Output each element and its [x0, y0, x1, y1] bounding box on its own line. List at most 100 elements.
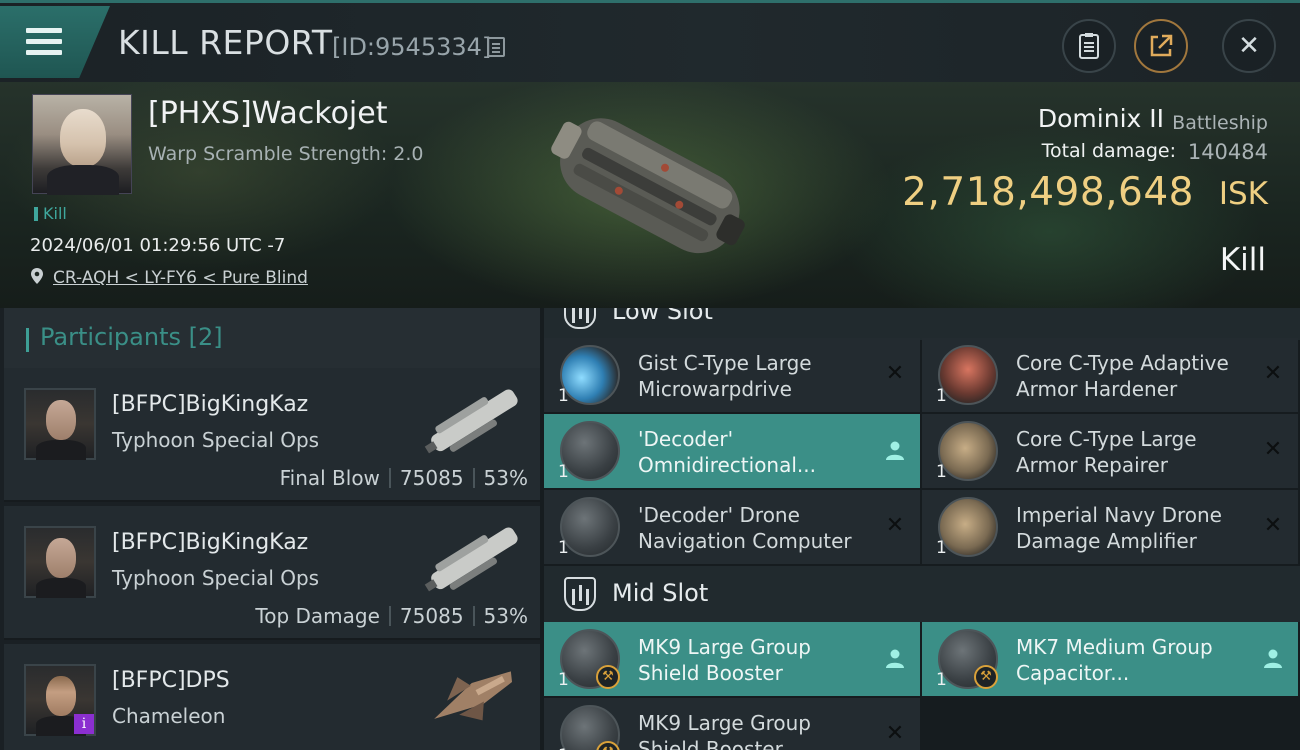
participant-percent: 53%: [483, 466, 528, 490]
module-item[interactable]: 1 'Decoder' Omnidirectional...: [544, 414, 920, 488]
total-damage-label: Total damage:: [1041, 140, 1176, 162]
module-name: Gist C-Type Large Microwarpdrive: [638, 351, 812, 401]
participant-avatar[interactable]: [24, 526, 96, 598]
module-name: MK7 Medium Group Capacitor...: [1016, 635, 1213, 685]
destroyed-icon: ✕: [1263, 361, 1283, 386]
destroyed-icon: ✕: [1263, 437, 1283, 462]
header-accent-bar: [26, 328, 29, 352]
mid-slot-header: Mid Slot: [544, 566, 1300, 622]
low-slot-icon: [564, 308, 596, 329]
close-icon: ✕: [1238, 31, 1260, 61]
mid-slot-title: Mid Slot: [612, 579, 709, 607]
participant-row[interactable]: [BFPC]BigKingKaz Typhoon Special Ops Fin…: [4, 368, 540, 502]
participants-title: Participants [2]: [40, 323, 223, 351]
shield-booster-icon: ⚒: [560, 629, 620, 689]
participant-name: [BFPC]BigKingKaz: [112, 392, 309, 417]
participant-stats: Top Damage 75085 53%: [255, 604, 528, 628]
victim-summary: [PHXS]Wackojet Warp Scramble Strength: 2…: [0, 82, 1300, 308]
module-name: MK9 Large Group Shield Booster: [638, 635, 811, 685]
participant-ship-image: [424, 527, 518, 592]
capacitor-booster-icon: ⚒: [938, 629, 998, 689]
participant-row[interactable]: i [BFPC]DPS Chameleon: [4, 644, 540, 750]
module-item[interactable]: ⚒ 1 MK7 Medium Group Capacitor...: [922, 622, 1298, 696]
module-name: Imperial Navy Drone Damage Amplifier: [1016, 503, 1222, 553]
participant-ship-image: [424, 389, 518, 454]
drone-nav-icon: [560, 497, 620, 557]
module-quantity: 1: [558, 386, 569, 406]
dropped-pilot-icon: [886, 649, 904, 668]
module-quantity: 1: [936, 462, 947, 482]
module-quantity: 1: [558, 746, 569, 750]
clipboard-icon: [1079, 33, 1099, 59]
hamburger-icon: [26, 28, 62, 56]
participant-name: [BFPC]DPS: [112, 668, 230, 693]
isk-unit: ISK: [1218, 176, 1268, 212]
dropped-pilot-icon: [886, 441, 904, 460]
location-link[interactable]: CR-AQH < LY-FY6 < Pure Blind: [53, 268, 308, 288]
warp-scramble-strength: Warp Scramble Strength: 2.0: [148, 143, 424, 165]
module-item[interactable]: ⚒ 1 MK9 Large Group Shield Booster ✕: [544, 698, 920, 750]
participant-row[interactable]: [BFPC]BigKingKaz Typhoon Special Ops Top…: [4, 506, 540, 640]
share-button[interactable]: [1134, 19, 1188, 73]
victim-ship-image[interactable]: [530, 96, 770, 296]
participant-damage: 75085: [399, 466, 464, 490]
microwarpdrive-icon: [560, 345, 620, 405]
close-button[interactable]: ✕: [1222, 19, 1276, 73]
total-damage-value: 140484: [1187, 140, 1268, 164]
ship-name[interactable]: Dominix II: [1038, 104, 1164, 133]
page-title: KILL REPORT: [118, 23, 333, 62]
module-item[interactable]: 1 Core C-Type Adaptive Armor Hardener ✕: [922, 338, 1298, 412]
armor-hardener-icon: [938, 345, 998, 405]
tracking-link-icon: [560, 421, 620, 481]
victim-name[interactable]: [PHXS]Wackojet: [148, 96, 388, 131]
module-name: Core C-Type Large Armor Repairer: [1016, 427, 1197, 477]
module-quantity: 1: [558, 462, 569, 482]
kill-datetime: 2024/06/01 01:29:56 UTC -7: [30, 235, 286, 256]
report-id: [ID:9545334]: [332, 33, 492, 61]
low-slot-header: Low Slot: [544, 308, 1300, 340]
share-icon: [1150, 34, 1173, 57]
module-name: 'Decoder' Omnidirectional...: [638, 427, 816, 477]
destroyed-icon: ✕: [885, 361, 905, 386]
wrench-icon: ⚒: [596, 665, 620, 689]
fitting-panel: Low Slot 1 Gist C-Type Large Microwarpdr…: [540, 308, 1300, 750]
armor-repairer-icon: [938, 421, 998, 481]
module-item[interactable]: 1 Core C-Type Large Armor Repairer ✕: [922, 414, 1298, 488]
victim-portrait[interactable]: [32, 94, 132, 195]
drone-damage-icon: [938, 497, 998, 557]
wrench-icon: ⚒: [974, 665, 998, 689]
module-quantity: 1: [936, 670, 947, 690]
dropped-pilot-icon: [1264, 649, 1282, 668]
participant-damage: 75085: [399, 604, 464, 628]
copy-icon[interactable]: [487, 37, 505, 57]
participant-avatar[interactable]: [24, 388, 96, 460]
participant-avatar[interactable]: i: [24, 664, 96, 736]
low-slot-title: Low Slot: [612, 308, 713, 325]
info-badge-icon[interactable]: i: [74, 714, 94, 734]
participant-ship-image: [434, 671, 513, 721]
participant-name: [BFPC]BigKingKaz: [112, 530, 309, 555]
participant-percent: 53%: [483, 604, 528, 628]
destroyed-icon: ✕: [1263, 513, 1283, 538]
participant-ship: Typhoon Special Ops: [112, 566, 320, 590]
ship-class: Battleship: [1172, 112, 1268, 134]
isk-value: 2,718,498,648: [902, 170, 1194, 215]
clipboard-button[interactable]: [1062, 19, 1116, 73]
participants-panel: Participants [2] [BFPC]BigKingKaz Typhoo…: [0, 308, 540, 750]
kill-tag: Kill: [34, 204, 67, 223]
module-name: MK9 Large Group Shield Booster: [638, 711, 811, 750]
module-quantity: 1: [558, 670, 569, 690]
menu-button[interactable]: [0, 6, 110, 78]
module-quantity: 1: [936, 538, 947, 558]
module-name: 'Decoder' Drone Navigation Computer: [638, 503, 852, 553]
module-item[interactable]: ⚒ 1 MK9 Large Group Shield Booster: [544, 622, 920, 696]
participant-role: Final Blow: [279, 466, 380, 490]
module-name: Core C-Type Adaptive Armor Hardener: [1016, 351, 1229, 401]
participant-stats: Final Blow 75085 53%: [280, 466, 528, 490]
participant-role: Top Damage: [255, 604, 380, 628]
mid-slot-icon: [564, 577, 596, 611]
module-item[interactable]: 1 Gist C-Type Large Microwarpdrive ✕: [544, 338, 920, 412]
module-item[interactable]: 1 'Decoder' Drone Navigation Computer ✕: [544, 490, 920, 564]
module-item[interactable]: 1 Imperial Navy Drone Damage Amplifier ✕: [922, 490, 1298, 564]
participant-ship: Chameleon: [112, 704, 226, 728]
